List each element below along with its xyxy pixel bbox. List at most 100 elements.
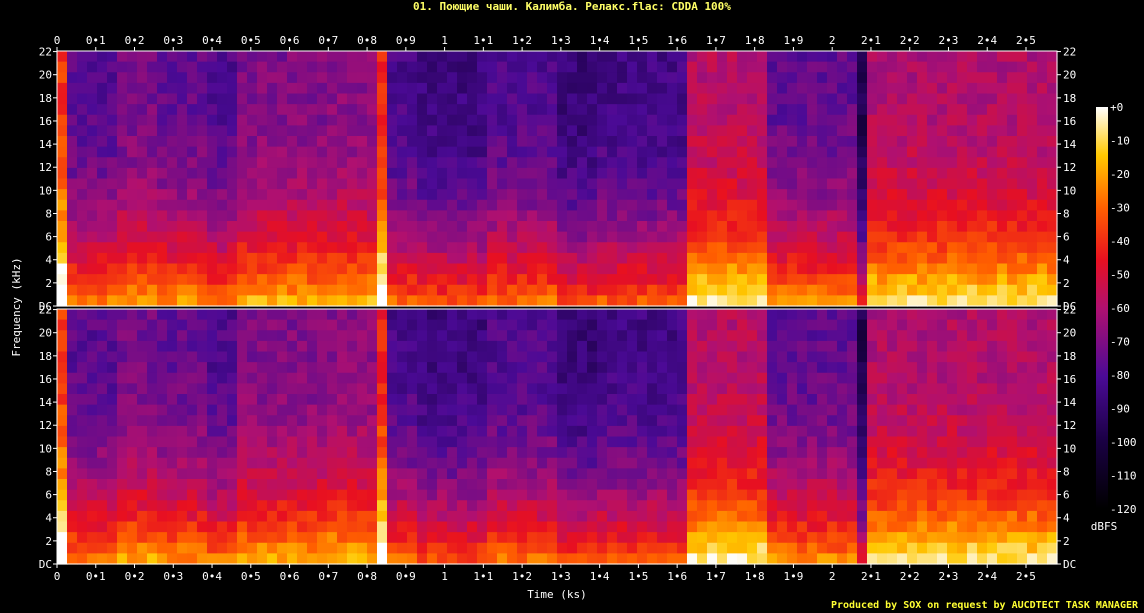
spectrum-cell (887, 404, 898, 416)
spectrum-cell (107, 553, 118, 565)
spectrum-cell (87, 178, 98, 190)
spectrum-cell (667, 93, 678, 105)
spectrum-cell (457, 178, 468, 190)
spectrum-cell (1027, 309, 1038, 321)
spectrum-cell (587, 189, 598, 201)
spectrum-cell (667, 447, 678, 459)
spectrum-cell (957, 242, 968, 254)
spectrum-cell (847, 104, 858, 116)
spectrum-cell (827, 167, 838, 180)
spectrum-cell (67, 521, 78, 533)
spectrum-cell (1007, 231, 1018, 243)
spectrum-cell (57, 500, 68, 512)
spectrum-cell (717, 362, 728, 374)
spectrum-cell (547, 104, 558, 116)
spectrum-cell (837, 319, 848, 331)
spectrum-cell (97, 231, 108, 243)
x-tick-label: 0•6 (280, 570, 300, 583)
spectrum-cell (137, 425, 148, 438)
spectrum-cell (557, 263, 568, 275)
spectrum-cell (857, 274, 868, 286)
spectrum-cell (497, 532, 508, 544)
spectrum-cell (917, 199, 928, 211)
spectrum-cell (567, 425, 578, 438)
spectrum-cell (537, 252, 548, 265)
spectrum-cell (257, 319, 268, 331)
spectrum-cell (157, 510, 168, 523)
spectrum-cell (717, 330, 728, 342)
spectrum-cell (557, 479, 568, 491)
spectrum-cell (1007, 340, 1018, 353)
spectrum-cell (87, 447, 98, 459)
spectrum-cell (727, 274, 738, 286)
spectrum-cell (527, 242, 538, 254)
spectrum-cell (257, 447, 268, 459)
spectrum-cell (197, 157, 208, 169)
spectrum-cell (777, 542, 788, 554)
spectrum-cell (387, 125, 398, 137)
spectrum-cell (177, 309, 188, 321)
spectrum-cell (597, 167, 608, 180)
spectrum-cell (487, 468, 498, 480)
spectrum-cell (687, 510, 698, 523)
spectrum-cell (197, 82, 208, 95)
spectrum-cell (267, 82, 278, 95)
spectrum-cell (437, 167, 448, 180)
spectrum-cell (177, 404, 188, 416)
spectrum-cell (747, 532, 758, 544)
spectrum-cell (747, 383, 758, 395)
spectrum-cell (777, 436, 788, 448)
spectrum-cell (947, 242, 958, 254)
spectrum-cell (677, 72, 688, 84)
spectrum-cell (87, 231, 98, 243)
spectrum-cell (667, 532, 678, 544)
spectrum-cell (97, 351, 108, 363)
spectrum-cell (197, 167, 208, 180)
spectrum-cell (427, 415, 438, 427)
spectrum-cell (287, 231, 298, 243)
spectrum-cell (207, 319, 218, 331)
spectrum-cell (907, 362, 918, 374)
spectrum-cell (1027, 447, 1038, 459)
spectrum-cell (147, 104, 158, 116)
spectrum-cell (327, 167, 338, 180)
spectrum-cell (207, 479, 218, 491)
spectrum-cell (417, 167, 428, 180)
spectrum-cell (127, 468, 138, 480)
spectrum-cell (297, 489, 308, 501)
spectrum-cell (1017, 51, 1028, 63)
spectrum-cell (757, 532, 768, 544)
spectrum-cell (277, 157, 288, 169)
spectrum-cell (147, 178, 158, 190)
spectrum-cell (157, 309, 168, 321)
spectrum-cell (977, 542, 988, 554)
spectrum-cell (697, 295, 708, 307)
spectrum-cell (597, 372, 608, 384)
spectrum-cell (647, 72, 658, 84)
spectrum-cell (817, 542, 828, 554)
spectrum-cell (487, 199, 498, 211)
spectrum-cell (897, 72, 908, 84)
spectrum-cell (627, 157, 638, 169)
spectrum-cell (347, 457, 358, 469)
spectrum-cell (1037, 157, 1048, 169)
spectrum-cell (217, 252, 228, 265)
spectrum-cell (637, 425, 648, 438)
spectrum-cell (897, 489, 908, 501)
spectrum-cell (397, 284, 408, 296)
spectrum-cell (227, 436, 238, 448)
spectrum-cell (417, 284, 428, 296)
spectrum-cell (1027, 136, 1038, 148)
spectrum-cell (247, 72, 258, 84)
spectrum-cell (797, 415, 808, 427)
spectrum-cell (967, 372, 978, 384)
spectrum-cell (877, 351, 888, 363)
spectrum-cell (647, 362, 658, 374)
spectrum-cell (367, 362, 378, 374)
spectrum-cell (637, 521, 648, 533)
spectrum-cell (907, 457, 918, 469)
spectrum-cell (167, 295, 178, 307)
spectrum-cell (937, 383, 948, 395)
spectrum-cell (537, 532, 548, 544)
spectrum-cell (967, 447, 978, 459)
